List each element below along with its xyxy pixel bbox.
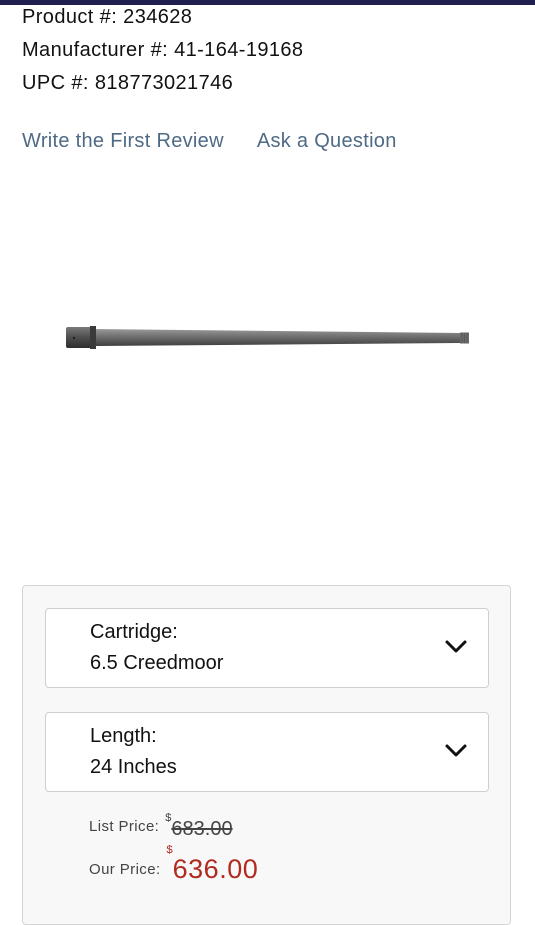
manufacturer-number-value: 41-164-19168 [174, 39, 304, 61]
length-value: 24 Inches [90, 756, 177, 778]
list-price-label: List Price: [89, 818, 160, 835]
top-accent-bar [0, 0, 535, 5]
upc-line: UPC #: 818773021746 [22, 72, 233, 95]
cartridge-label: Cartridge: [90, 621, 178, 643]
review-links: Write the First Review Ask a Question [22, 130, 397, 153]
our-price-label: Our Price: [89, 861, 161, 878]
upc-value: 818773021746 [94, 72, 234, 94]
cartridge-select[interactable]: Cartridge: 6.5 Creedmoor [45, 608, 489, 688]
manufacturer-number-line: Manufacturer #: 41-164-19168 [22, 39, 303, 62]
manufacturer-number-label: Manufacturer #: [22, 39, 169, 61]
upc-label: UPC #: [22, 72, 89, 94]
cartridge-value: 6.5 Creedmoor [90, 652, 224, 674]
list-price-row: List Price: $683.00 [89, 812, 233, 840]
rifle-barrel-image [66, 326, 469, 349]
ask-question-link[interactable]: Ask a Question [257, 130, 397, 152]
product-number-label: Product #: [22, 6, 118, 28]
chevron-down-icon [445, 744, 467, 757]
our-price-amount: 636.00 [172, 854, 259, 884]
our-price-currency: $ [166, 844, 173, 856]
length-select[interactable]: Length: 24 Inches [45, 712, 489, 792]
length-label: Length: [90, 725, 157, 747]
purchase-options-card: Cartridge: 6.5 Creedmoor Length: 24 Inch… [22, 585, 511, 925]
write-review-link[interactable]: Write the First Review [22, 130, 224, 152]
our-price-row: Our Price: $636.00 [89, 844, 259, 884]
chevron-down-icon [445, 640, 467, 653]
product-number-line: Product #: 234628 [22, 6, 192, 29]
list-price-amount: 683.00 [171, 818, 233, 840]
product-number-value: 234628 [123, 6, 193, 28]
